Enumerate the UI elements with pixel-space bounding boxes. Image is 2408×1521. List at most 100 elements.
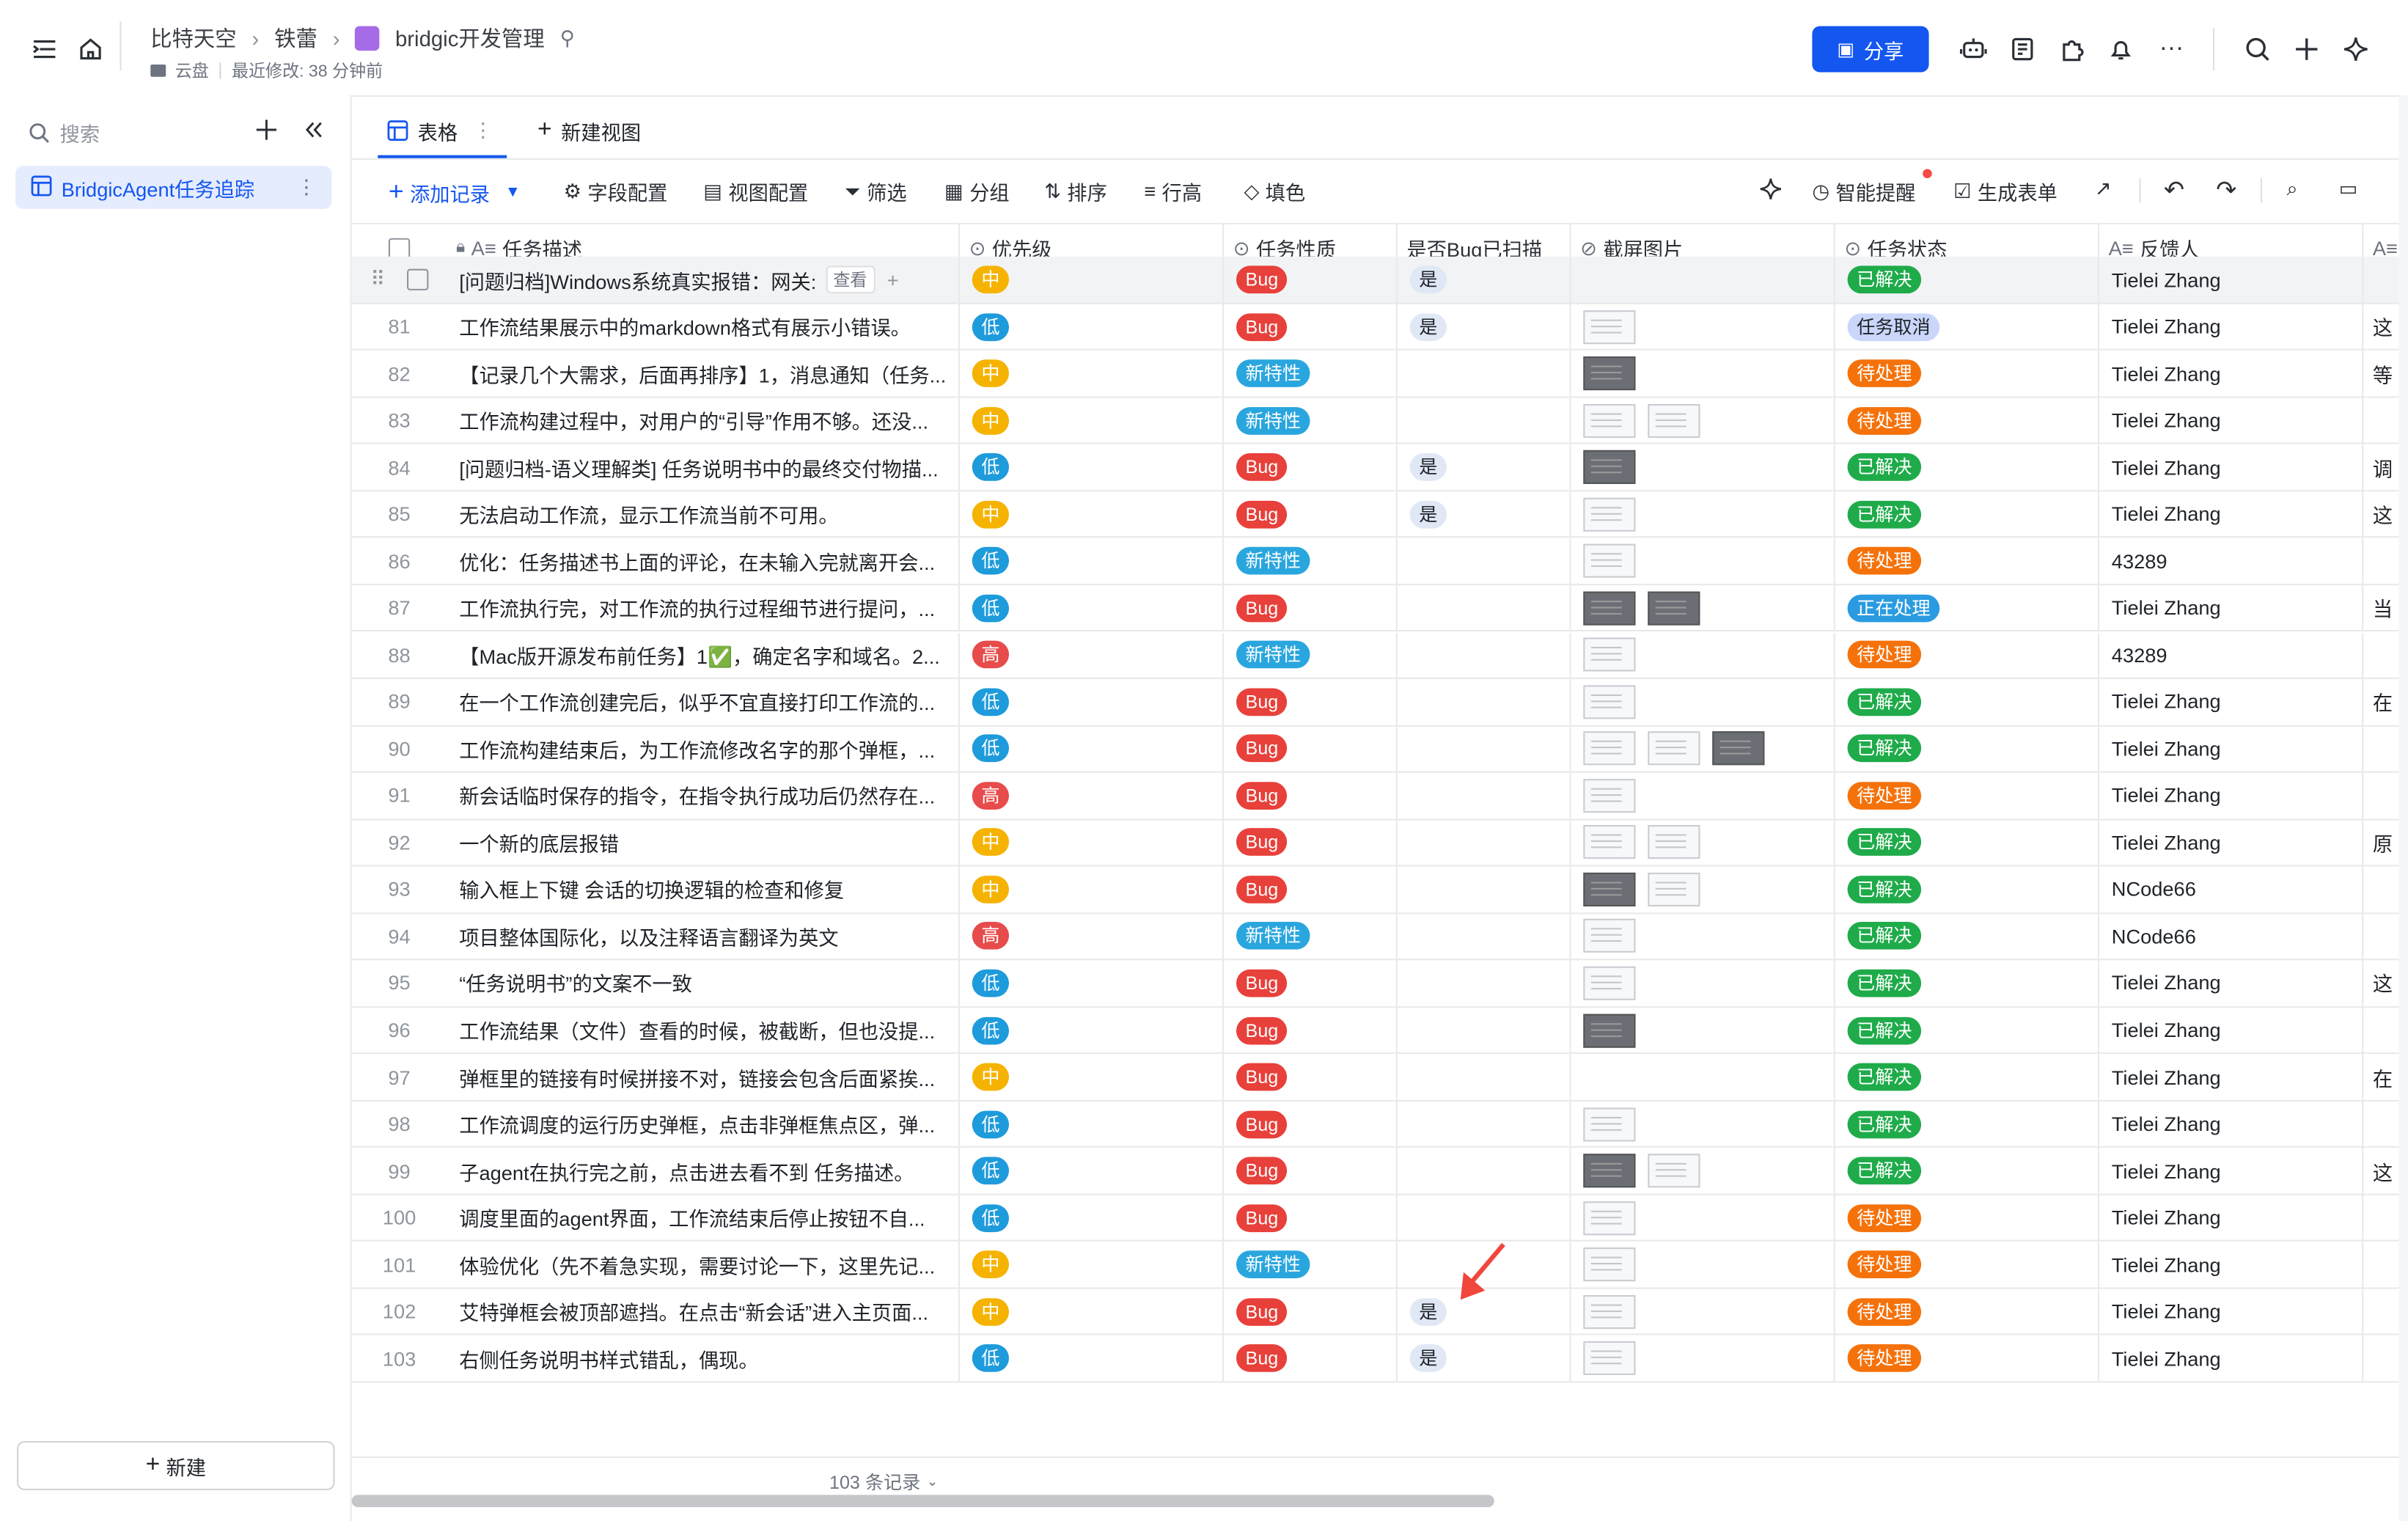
feedback-cell[interactable]: Tielei Zhang [2099, 1148, 2364, 1194]
table-row[interactable]: 94 项目整体国际化，以及注释语言翻译为英文 高 新特性 已解决 NCode66 [351, 913, 2408, 961]
status-cell[interactable]: 已解决 [1835, 491, 2100, 538]
table-row[interactable]: 84 [问题归档-语义理解类] 任务说明书中的最终交付物描... 低 Bug 是 已解决 T… [351, 444, 2408, 492]
filter-button[interactable]: ⏷ 筛选 [845, 177, 907, 206]
desc-cell[interactable]: 【Mac版开源发布前任务】1✅，确定名字和域名。2... [447, 632, 960, 678]
type-cell[interactable]: Bug [1224, 1101, 1398, 1147]
more-vertical-icon[interactable]: ⋮ [473, 118, 493, 143]
scanned-cell[interactable] [1398, 819, 1571, 865]
scanned-cell[interactable] [1398, 1148, 1571, 1194]
scanned-cell[interactable] [1398, 913, 1571, 959]
feedback-cell[interactable]: Tielei Zhang [2099, 304, 2364, 350]
table-row[interactable]: 98 工作流调度的运行历史弹框，点击非弹框焦点区，弹... 低 Bug 已解决 Tiele… [351, 1101, 2408, 1148]
type-cell[interactable]: Bug [1224, 819, 1398, 865]
table-row[interactable]: 99 子agent在执行完之前，点击进去看不到 任务描述。 低 Bug 已解决 Tiele… [351, 1148, 2408, 1195]
screenshot-thumbnail[interactable] [1583, 1107, 1636, 1141]
type-cell[interactable]: Bug [1224, 256, 1398, 303]
sort-button[interactable]: ⇅ 排序 [1044, 177, 1107, 206]
table-row[interactable]: 97 弹框里的链接有时候拼接不对，链接会包含后面紧挨... 中 Bug 已解决 Tiele… [351, 1054, 2408, 1102]
new-button[interactable]: + 新建 [17, 1441, 335, 1491]
screenshot-thumbnail[interactable] [1648, 825, 1700, 860]
more-vertical-icon[interactable]: ⋮ [296, 175, 316, 200]
table-row[interactable]: 89 在一个工作流创建完后，似乎不宜直接打印工作流的... 低 Bug 已解决 Tiele… [351, 679, 2408, 726]
type-cell[interactable]: Bug [1224, 679, 1398, 725]
screenshot-thumbnail[interactable] [1583, 1013, 1636, 1047]
feedback-cell[interactable]: Tielei Zhang [2099, 1007, 2364, 1053]
sidebar-item-bridgicagent[interactable]: BridgicAgent任务追踪 ⋮ [15, 166, 332, 209]
priority-cell[interactable]: 中 [960, 866, 1225, 912]
table-row[interactable]: 81 工作流结果展示中的markdown格式有展示小错误。 低 Bug 是 任务取消 Tie… [351, 304, 2408, 351]
feedback-cell[interactable]: Tielei Zhang [2099, 1054, 2364, 1100]
type-cell[interactable]: Bug [1224, 1007, 1398, 1053]
table-row[interactable]: 101 体验优化（先不着急实现，需要讨论一下，这里先记... 中 新特性 待处理 Tiel… [351, 1242, 2408, 1289]
scanned-cell[interactable] [1398, 1054, 1571, 1100]
table-row[interactable]: 100 调度里面的agent界面，工作流结束后停止按钮不自... 低 Bug 待处理 Ti… [351, 1195, 2408, 1242]
row-height-button[interactable]: ≡ 行高 [1144, 177, 1202, 206]
screenshot-thumbnail[interactable] [1583, 450, 1636, 485]
type-cell[interactable]: 新特性 [1224, 538, 1398, 584]
status-cell[interactable]: 待处理 [1835, 1335, 2100, 1382]
type-cell[interactable]: Bug [1224, 1289, 1398, 1335]
priority-cell[interactable]: 中 [960, 1289, 1225, 1335]
field-config-button[interactable]: ⚙ 字段配置 [564, 177, 668, 206]
desc-cell[interactable]: [问题归档]Windows系统真实报错：网关: 查看 + [447, 256, 960, 303]
type-cell[interactable]: Bug [1224, 1148, 1398, 1194]
table-row-partial[interactable]: ⠿ [问题归档]Windows系统真实报错：网关: 查看 + 中 Bug 是 已… [351, 256, 2408, 304]
feedback-cell[interactable]: Tielei Zhang [2099, 725, 2364, 772]
table-row[interactable]: 90 工作流构建结束后，为工作流修改名字的那个弹框，... 低 Bug 已解决 Tiele… [351, 725, 2408, 773]
screenshot-thumbnail[interactable] [1648, 1154, 1700, 1188]
breadcrumb-item[interactable]: 比特天空 [150, 23, 236, 54]
screenshot-thumbnail[interactable] [1583, 1341, 1636, 1376]
screenshot-cell[interactable] [1571, 1289, 1835, 1335]
desc-cell[interactable]: 在一个工作流创建完后，似乎不宜直接打印工作流的... [447, 679, 960, 725]
priority-cell[interactable]: 中 [960, 1242, 1225, 1288]
status-cell[interactable]: 已解决 [1835, 819, 2100, 865]
screenshot-cell[interactable] [1571, 1054, 1835, 1100]
feedback-cell[interactable]: 43289 [2099, 632, 2364, 678]
feedback-cell[interactable]: Tielei Zhang [2099, 351, 2364, 397]
table-row[interactable]: 92 一个新的底层报错 中 Bug 已解决 Tielei Zhang 原 [351, 819, 2408, 867]
screenshot-thumbnail[interactable] [1583, 1247, 1636, 1282]
priority-cell[interactable]: 低 [960, 960, 1225, 1006]
status-cell[interactable]: 正在处理 [1835, 585, 2100, 631]
desc-cell[interactable]: 工作流结果（文件）查看的时候，被截断，但也没提... [447, 1007, 960, 1053]
type-cell[interactable]: Bug [1224, 725, 1398, 772]
plus-icon[interactable]: + [887, 268, 899, 291]
table-row[interactable]: 103 右侧任务说明书样式错乱，偶现。 低 Bug 是 待处理 Tielei Zhang [351, 1335, 2408, 1383]
scanned-cell[interactable] [1398, 585, 1571, 631]
type-cell[interactable]: Bug [1224, 1335, 1398, 1382]
type-cell[interactable]: Bug [1224, 304, 1398, 350]
screenshot-thumbnail[interactable] [1583, 966, 1636, 1000]
screenshot-thumbnail[interactable] [1583, 637, 1636, 672]
scanned-cell[interactable] [1398, 538, 1571, 584]
scanned-cell[interactable] [1398, 725, 1571, 772]
type-cell[interactable]: Bug [1224, 866, 1398, 912]
status-cell[interactable]: 待处理 [1835, 351, 2100, 397]
screenshot-cell[interactable] [1571, 913, 1835, 959]
screenshot-thumbnail[interactable] [1583, 1201, 1636, 1235]
desc-cell[interactable]: 弹框里的链接有时候拼接不对，链接会包含后面紧挨... [447, 1054, 960, 1100]
priority-cell[interactable]: 中 [960, 397, 1225, 444]
screenshot-cell[interactable] [1571, 444, 1835, 491]
new-view-button[interactable]: + 新建视图 [537, 115, 641, 146]
type-cell[interactable]: 新特性 [1224, 632, 1398, 678]
scanned-cell[interactable] [1398, 1101, 1571, 1147]
document-title[interactable]: bridgic开发管理 [395, 23, 545, 54]
ai-sparkle-button[interactable] [1758, 177, 1783, 202]
row-drag-handle[interactable]: ⠿ [352, 257, 447, 303]
status-cell[interactable]: 已解决 [1835, 444, 2100, 491]
template-icon[interactable] [2005, 32, 2039, 66]
status-cell[interactable]: 任务取消 [1835, 304, 2100, 350]
table-row[interactable]: 95 “任务说明书”的文案不一致 低 Bug 已解决 Tielei Zhang 这 [351, 960, 2408, 1008]
priority-cell[interactable]: 高 [960, 913, 1225, 959]
desc-cell[interactable]: 右侧任务说明书样式错乱，偶现。 [447, 1335, 960, 1382]
status-cell[interactable]: 已解决 [1835, 960, 2100, 1006]
screenshot-thumbnail[interactable] [1712, 731, 1765, 766]
type-cell[interactable]: Bug [1224, 1195, 1398, 1241]
feedback-cell[interactable]: Tielei Zhang [2099, 1242, 2364, 1288]
status-cell[interactable]: 待处理 [1835, 1242, 2100, 1288]
status-cell[interactable]: 已解决 [1835, 679, 2100, 725]
priority-cell[interactable]: 低 [960, 585, 1225, 631]
scanned-cell[interactable] [1398, 1007, 1571, 1053]
feedback-cell[interactable]: Tielei Zhang [2099, 679, 2364, 725]
screenshot-cell[interactable] [1571, 538, 1835, 584]
